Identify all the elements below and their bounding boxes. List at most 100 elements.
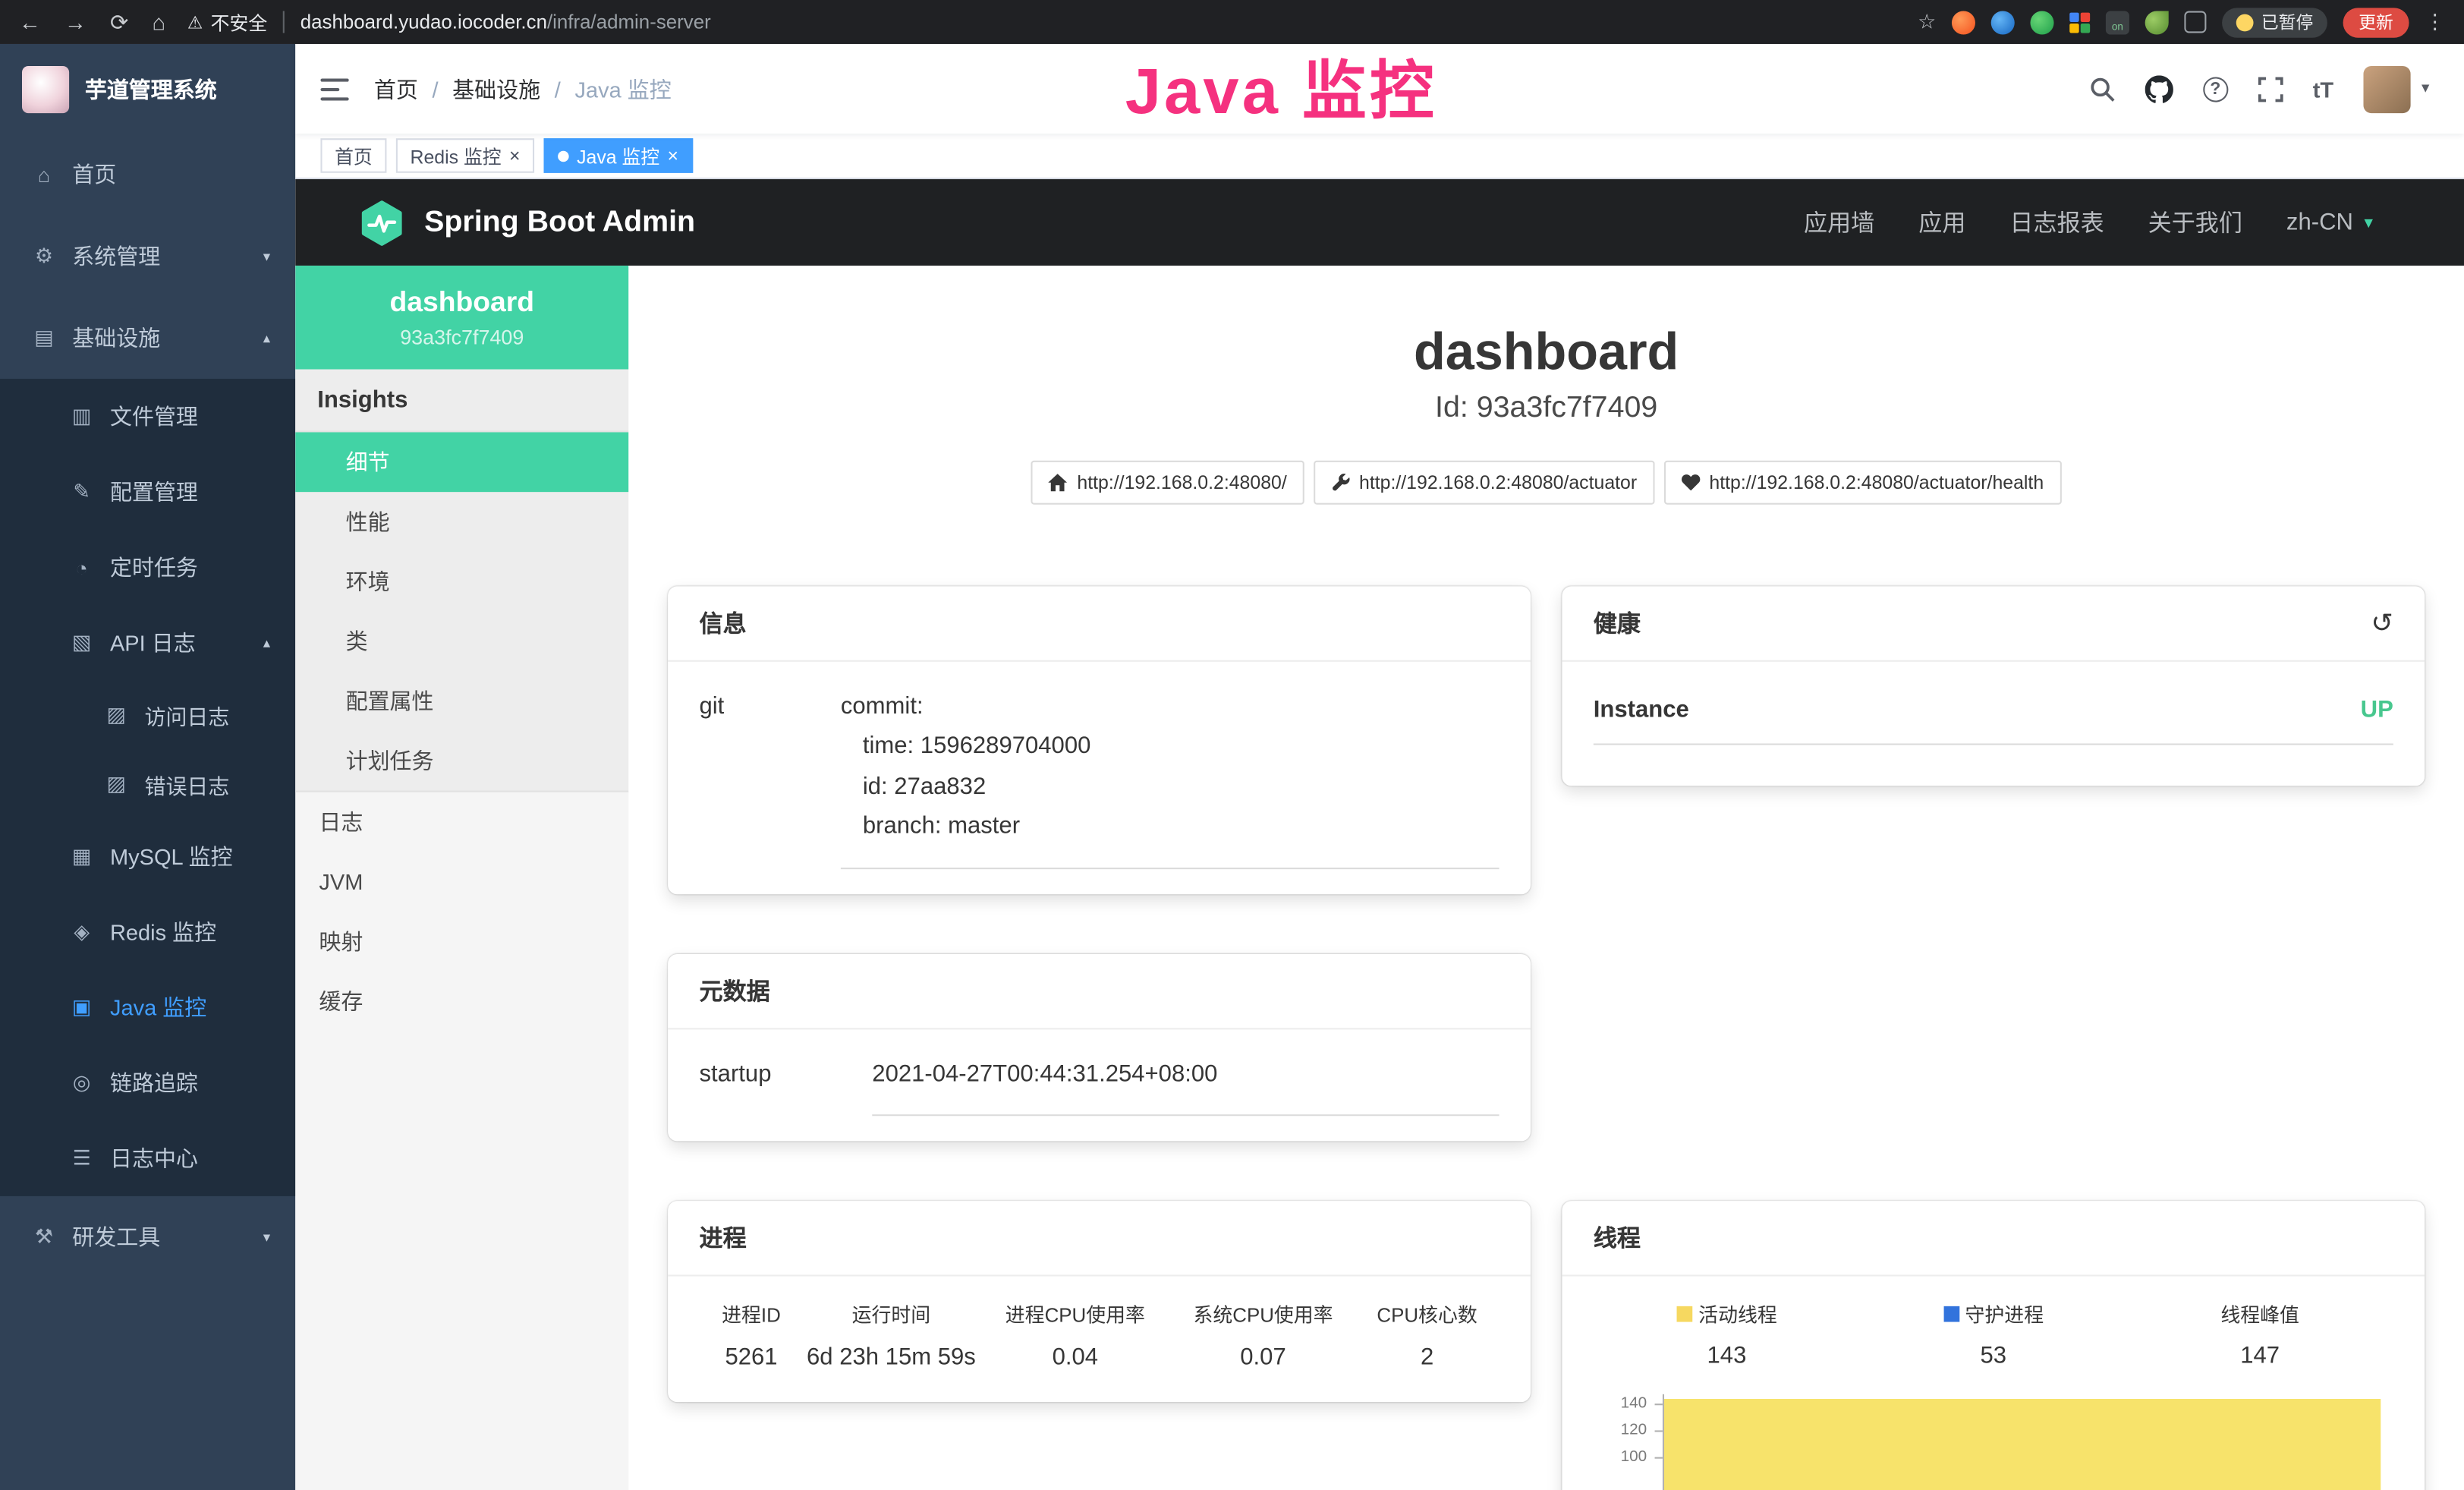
- sidebar-item-access-log[interactable]: ▨ 访问日志: [0, 681, 295, 750]
- sidebar-item-label: 文件管理: [110, 401, 198, 432]
- cards-grid: 信息 git commit: time: 1596289704000 id: 2: [668, 586, 2425, 1490]
- breadcrumb-home[interactable]: 首页: [374, 73, 418, 104]
- sidebar-item-dev-tools[interactable]: ⚒ 研发工具 ▾: [0, 1196, 295, 1278]
- forward-icon[interactable]: →: [65, 9, 87, 34]
- address-bar[interactable]: dashboard.yudao.iocoder.cn/infra/admin-s…: [301, 11, 711, 33]
- sidebar-item-label: MySQL 监控: [110, 841, 233, 872]
- avatar-caret-icon[interactable]: ▾: [2422, 80, 2429, 98]
- sidebar-item-label: 配置管理: [110, 476, 198, 507]
- search-icon[interactable]: [2090, 76, 2115, 101]
- sba-menu-scheduled-tasks[interactable]: 计划任务: [295, 731, 628, 791]
- warning-icon: ⚠: [187, 12, 203, 33]
- sba-nav-wallboard[interactable]: 应用墙: [1804, 206, 1874, 238]
- hamburger-icon[interactable]: [295, 78, 374, 100]
- chevron-down-icon: ▾: [2364, 213, 2372, 233]
- cell-value: 0.04: [979, 1344, 1171, 1371]
- font-size-icon[interactable]: tT: [2313, 76, 2333, 101]
- chevron-up-icon: ▴: [263, 329, 270, 347]
- metadata-value: 2021-04-27T00:44:31.254+08:00: [872, 1039, 1499, 1117]
- sba-menu-jvm[interactable]: JVM: [295, 852, 628, 912]
- sidebar-menu: ⌂ 首页 ⚙ 系统管理 ▾ ▤ 基础设施 ▴ ▥ 文件管理: [0, 134, 295, 1490]
- extension-icon-grid[interactable]: [2069, 12, 2090, 33]
- profile-paused-badge[interactable]: 已暂停: [2222, 7, 2327, 36]
- sidebar-item-api-log[interactable]: ▧ API 日志 ▴: [0, 605, 295, 680]
- user-avatar[interactable]: [2363, 65, 2410, 112]
- help-icon[interactable]: ?: [2203, 76, 2228, 101]
- sba-menu-caches[interactable]: 缓存: [295, 972, 628, 1032]
- sba-nav-about[interactable]: 关于我们: [2148, 206, 2242, 238]
- bookmark-star-icon[interactable]: ☆: [1918, 9, 1936, 34]
- health-card-title: 健康 ↺: [1562, 586, 2425, 661]
- actuator-url-button[interactable]: http://192.168.0.2:48080/actuator: [1314, 461, 1654, 505]
- extension-icon-drop[interactable]: [1991, 10, 2015, 33]
- app-logo[interactable]: 芋道管理系统: [0, 44, 295, 134]
- sba-brand[interactable]: Spring Boot Admin: [358, 199, 695, 246]
- health-url-button[interactable]: http://192.168.0.2:48080/actuator/health: [1663, 461, 2061, 505]
- sidebar-item-config-manage[interactable]: ✎ 配置管理: [0, 454, 295, 529]
- sidebar-item-java-monitor[interactable]: ▣ Java 监控: [0, 970, 295, 1045]
- sidebar-item-tracing[interactable]: ◎ 链路追踪: [0, 1045, 295, 1120]
- extension-icon-green[interactable]: [2030, 10, 2053, 33]
- github-icon[interactable]: [2145, 74, 2173, 102]
- extension-icon-fox[interactable]: [1952, 10, 1975, 33]
- sba-menu-classes[interactable]: 类: [295, 612, 628, 672]
- sidebar-item-redis-monitor[interactable]: ◈ Redis 监控: [0, 894, 295, 969]
- legend-value: 147: [2127, 1343, 2393, 1369]
- instance-header[interactable]: dashboard 93a3fc7f7409: [295, 266, 628, 370]
- legend-label: 线程峰值: [2220, 1299, 2299, 1328]
- sidebar-item-error-log[interactable]: ▨ 错误日志: [0, 750, 295, 819]
- log-icon: ▧: [69, 630, 94, 655]
- sba-menu-metrics[interactable]: 性能: [295, 492, 628, 552]
- back-icon[interactable]: ←: [19, 9, 41, 34]
- extension-icon-leaf[interactable]: [2145, 10, 2169, 33]
- sidebar-item-log-center[interactable]: ☰ 日志中心: [0, 1120, 295, 1195]
- screen: ← → ⟳ ⌂ ⚠ 不安全 dashboard.yudao.iocoder.cn…: [0, 0, 2464, 1490]
- sidebar-item-home[interactable]: ⌂ 首页: [0, 134, 295, 216]
- browser-menu-icon[interactable]: ⋮: [2425, 9, 2445, 34]
- breadcrumb-infra[interactable]: 基础设施: [452, 73, 540, 104]
- extension-icon-on-switch[interactable]: on: [2106, 10, 2129, 33]
- home-icon[interactable]: ⌂: [152, 9, 165, 34]
- legend-swatch-yellow: [1676, 1306, 1692, 1322]
- sba-nav-journal[interactable]: 日志报表: [2009, 206, 2104, 238]
- process-col-pid: 进程ID 5261: [700, 1299, 804, 1371]
- tab-home[interactable]: 首页: [320, 138, 386, 173]
- instance-links: http://192.168.0.2:48080/ http://192.168…: [668, 461, 2425, 505]
- browser-toolbar-right: ☆ on 已暂停 更新 ⋮: [1918, 7, 2445, 36]
- fullscreen-icon[interactable]: [2258, 76, 2283, 101]
- close-icon[interactable]: ×: [668, 146, 679, 165]
- reload-icon[interactable]: ⟳: [110, 8, 128, 35]
- sidebar-item-label: 基础设施: [72, 323, 160, 354]
- security-indicator[interactable]: ⚠ 不安全: [187, 8, 267, 35]
- tags-view: 首页 Redis 监控 × Java 监控 ×: [295, 134, 2464, 179]
- sba-menu-configprops[interactable]: 配置属性: [295, 671, 628, 731]
- sidebar-item-mysql-monitor[interactable]: ▦ MySQL 监控: [0, 819, 295, 894]
- sidebar-item-system[interactable]: ⚙ 系统管理 ▾: [0, 216, 295, 298]
- service-url-button[interactable]: http://192.168.0.2:48080/: [1031, 461, 1304, 505]
- tab-redis-monitor[interactable]: Redis 监控 ×: [396, 138, 534, 173]
- sba-nav-applications[interactable]: 应用: [1918, 206, 1965, 238]
- column-header: 进程CPU使用率: [979, 1299, 1171, 1328]
- close-icon[interactable]: ×: [509, 146, 521, 165]
- threads-chart: 140 120 100: [1594, 1395, 2393, 1490]
- locale-selector[interactable]: zh-CN ▾: [2286, 209, 2373, 235]
- sba-menu-mappings[interactable]: 映射: [295, 912, 628, 972]
- service-url: http://192.168.0.2:48080/: [1077, 471, 1286, 493]
- app-logo-title: 芋道管理系统: [85, 73, 217, 104]
- active-dot: [558, 150, 568, 161]
- sidebar-item-scheduled-jobs[interactable]: ◔ 定时任务: [0, 530, 295, 605]
- sidebar-item-infra[interactable]: ▤ 基础设施 ▴: [0, 297, 295, 379]
- sidebar-item-file-manage[interactable]: ▥ 文件管理: [0, 379, 295, 454]
- extensions-puzzle-icon[interactable]: [2184, 11, 2206, 33]
- sba-menu-details[interactable]: 细节: [295, 432, 628, 492]
- history-icon[interactable]: ↺: [2371, 610, 2393, 636]
- url-host: dashboard.yudao.iocoder.cn: [301, 11, 547, 33]
- browser-update-button[interactable]: 更新: [2343, 7, 2409, 36]
- process-table: 进程ID 5261 运行时间 6d 23h 15m 59s: [700, 1287, 1499, 1378]
- health-instance-row[interactable]: Instance UP: [1594, 671, 2393, 745]
- tab-java-monitor[interactable]: Java 监控 ×: [544, 138, 693, 173]
- legend-swatch-blue: [1943, 1306, 1959, 1322]
- sba-menu-environment[interactable]: 环境: [295, 552, 628, 612]
- info-value: commit: time: 1596289704000 id: 27aa832 …: [841, 671, 1499, 869]
- sba-menu-logs[interactable]: 日志: [295, 792, 628, 852]
